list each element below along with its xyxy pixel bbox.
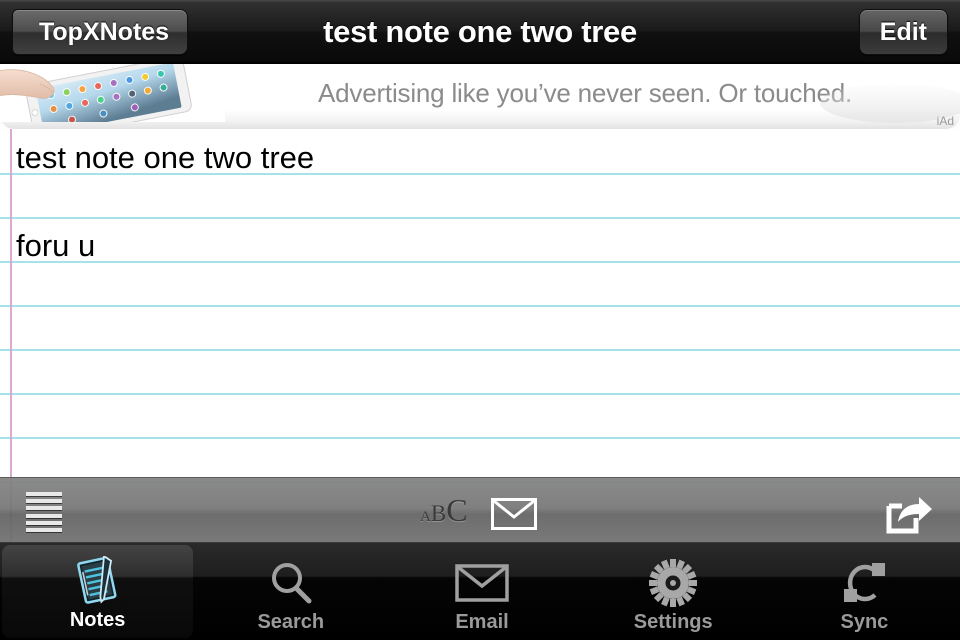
rule-line [0, 217, 960, 219]
rule-line [0, 437, 960, 439]
edit-button[interactable]: Edit [858, 9, 948, 55]
font-size-a: A [420, 509, 431, 525]
share-note-icon[interactable] [886, 496, 934, 534]
rule-line [0, 305, 960, 307]
tab-notes-label: Notes [69, 609, 126, 631]
gear-icon [648, 557, 698, 609]
tab-sync-label: Sync [840, 611, 889, 633]
ad-banner[interactable]: Advertising like you’ve never seen. Or t… [0, 64, 960, 130]
note-text-line-1[interactable]: test note one two tree [16, 141, 950, 175]
ipad-hand-image [0, 64, 225, 122]
font-size-c: C [446, 492, 468, 528]
navigation-bar: TopXNotes test note one two tree Edit [0, 0, 960, 64]
email-note-icon[interactable] [491, 498, 537, 530]
page-title: test note one two tree [323, 14, 637, 49]
note-editor[interactable]: test note one two tree foru u A B C [0, 129, 960, 543]
tab-notes[interactable]: Notes [2, 545, 194, 638]
rule-line [0, 349, 960, 351]
tab-settings-label: Settings [633, 611, 713, 633]
font-size-b: B [430, 501, 447, 526]
list-bar [26, 506, 62, 511]
tab-search[interactable]: Search [195, 543, 386, 640]
note-toolbar: A B C [0, 477, 960, 543]
tab-settings[interactable]: Settings [578, 543, 769, 640]
note-text-line-2[interactable]: foru u [16, 229, 950, 263]
sync-icon [839, 557, 889, 609]
list-bar [26, 513, 62, 518]
back-button-label: TopXNotes [39, 17, 170, 46]
back-button[interactable]: TopXNotes [12, 9, 189, 55]
notes-icon [72, 555, 124, 607]
notes-list-icon[interactable] [26, 492, 62, 532]
list-bar [26, 520, 62, 525]
list-bar [26, 499, 62, 504]
app-window: TopXNotes test note one two tree Edit Ad… [0, 0, 960, 640]
iad-label: iAd [936, 114, 954, 128]
tab-bar: Notes Search Email Settings Sync [0, 542, 960, 640]
ad-headline: Advertising like you’ve never seen. Or t… [318, 78, 852, 108]
tab-email-label: Email [455, 611, 509, 633]
list-bar [26, 492, 62, 496]
rule-line [0, 393, 960, 395]
list-bar [26, 527, 62, 532]
email-icon [455, 557, 509, 609]
tab-search-label: Search [257, 611, 325, 633]
tab-email[interactable]: Email [386, 543, 577, 640]
ad-banner-surface: Advertising like you’ve never seen. Or t… [0, 64, 960, 129]
font-size-icon[interactable]: A B C [420, 492, 468, 532]
search-icon [267, 557, 315, 609]
tab-sync[interactable]: Sync [769, 543, 960, 640]
edit-button-label: Edit [879, 17, 927, 46]
